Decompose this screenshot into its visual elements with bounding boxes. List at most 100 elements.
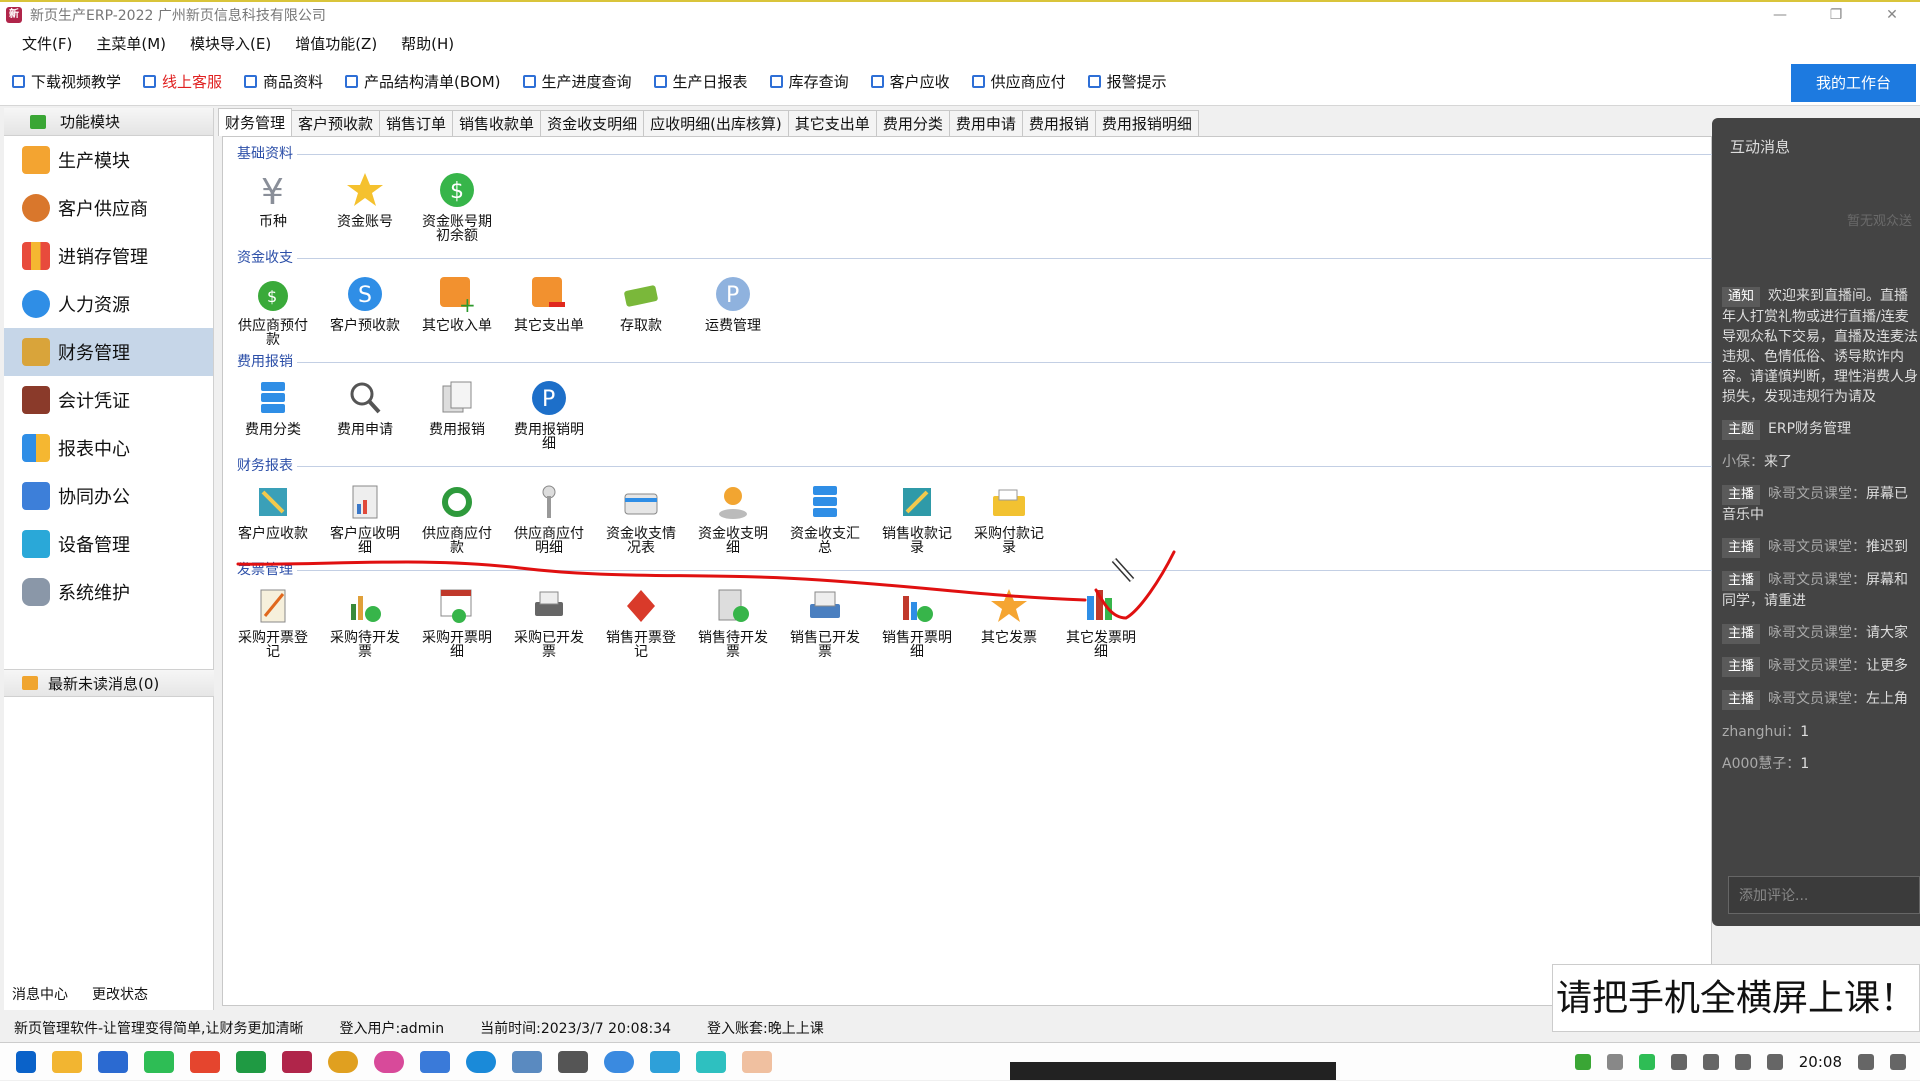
volume-mute-icon[interactable] [1702, 1054, 1719, 1070]
minimize-button[interactable]: — [1752, 2, 1808, 28]
clock[interactable]: 20:08 [1799, 1053, 1842, 1071]
module-currency[interactable]: ¥ 币种 [227, 169, 319, 229]
close-button[interactable]: ✕ [1864, 2, 1920, 28]
tab-fund-detail[interactable]: 资金收支明细 [540, 110, 645, 136]
tool-video-tutorial[interactable]: 下载视频教学 [12, 71, 121, 92]
module-sales-invoice-detail[interactable]: 销售开票明细 [871, 585, 963, 659]
module-supplier-payable-detail[interactable]: 供应商应付明细 [503, 481, 595, 555]
chat-icon[interactable] [650, 1050, 680, 1073]
sync-icon[interactable] [604, 1050, 634, 1073]
module-purchase-invoice-register[interactable]: 采购开票登记 [227, 585, 319, 659]
tab-expense-request[interactable]: 费用申请 [948, 110, 1023, 136]
comment-input[interactable]: 添加评论... [1728, 876, 1920, 914]
module-expense-claim[interactable]: 费用报销 [411, 377, 503, 437]
app-blue-icon[interactable] [512, 1050, 542, 1073]
menu-value-added[interactable]: 增值功能(Z) [283, 33, 389, 54]
tab-customer-prepayment[interactable]: 客户预收款 [291, 110, 381, 136]
word-icon[interactable] [98, 1050, 128, 1073]
module-supplier-payable[interactable]: 供应商应付款 [411, 481, 503, 555]
module-fund-account[interactable]: 资金账号 [319, 169, 411, 229]
menu-file[interactable]: 文件(F) [10, 33, 84, 54]
message-icon[interactable] [696, 1050, 726, 1073]
module-purchase-issued-invoice[interactable]: 采购已开发票 [503, 585, 595, 659]
my-workbench-button[interactable]: 我的工作台 [1791, 64, 1916, 102]
module-expense-request[interactable]: 费用申请 [319, 377, 411, 437]
media-icon[interactable] [1858, 1054, 1874, 1070]
start-icon[interactable] [16, 1050, 36, 1073]
tab-other-expense[interactable]: 其它支出单 [787, 110, 877, 136]
module-other-expense[interactable]: 其它支出单 [503, 273, 595, 333]
module-sales-invoice-register[interactable]: 销售开票登记 [595, 585, 687, 659]
tool-inventory-query[interactable]: 库存查询 [769, 71, 849, 92]
tab-expense-claim-detail[interactable]: 费用报销明细 [1094, 110, 1199, 136]
module-sales-receipt-record[interactable]: 销售收款记录 [871, 481, 963, 555]
tool-product-info[interactable]: 商品资料 [244, 71, 323, 92]
wifi-icon[interactable] [1734, 1054, 1751, 1070]
tab-receivable-detail[interactable]: 应收明细(出库核算) [643, 110, 789, 136]
tab-finance[interactable]: 财务管理 [218, 108, 293, 136]
image-viewer-icon[interactable] [420, 1050, 450, 1073]
module-expense-claim-detail[interactable]: P 费用报销明细 [503, 377, 595, 451]
pen-tool-icon[interactable] [558, 1050, 588, 1073]
k-app-icon[interactable] [466, 1050, 496, 1073]
keyboard-icon[interactable] [1670, 1054, 1687, 1070]
module-sales-pending-invoice[interactable]: 销售待开发票 [687, 585, 779, 659]
module-customer-prepayment[interactable]: S 客户预收款 [319, 273, 411, 333]
tab-expense-category[interactable]: 费用分类 [875, 110, 950, 136]
browser-icon[interactable] [374, 1050, 404, 1073]
sidebar-item-office[interactable]: 协同办公 [4, 472, 213, 520]
module-purchase-payment-record[interactable]: 采购付款记录 [963, 481, 1055, 555]
module-other-income[interactable]: + 其它收入单 [411, 273, 503, 333]
sidebar-item-system[interactable]: 系统维护 [4, 568, 213, 616]
module-freight[interactable]: P 运费管理 [687, 273, 779, 333]
module-customer-receivable-detail[interactable]: 客户应收明细 [319, 481, 411, 555]
app-green-icon[interactable] [236, 1050, 266, 1073]
notification-icon[interactable] [1890, 1054, 1906, 1070]
erp-icon[interactable] [282, 1050, 312, 1073]
tool-supplier-payable[interactable]: 供应商应付 [971, 71, 1066, 92]
unread-messages[interactable]: 最新未读消息(0) [4, 669, 214, 697]
file-explorer-icon[interactable] [52, 1050, 82, 1073]
tool-alarm[interactable]: 报警提示 [1087, 71, 1167, 92]
ime-icon[interactable] [1766, 1054, 1783, 1070]
module-supplier-prepayment[interactable]: $ 供应商预付款 [227, 273, 319, 347]
module-expense-category[interactable]: 费用分类 [227, 377, 319, 437]
sidebar-item-hr[interactable]: 人力资源 [4, 280, 213, 328]
module-purchase-invoice-detail[interactable]: 采购开票明细 [411, 585, 503, 659]
menu-main[interactable]: 主菜单(M) [84, 33, 178, 54]
module-customer-receivable[interactable]: 客户应收款 [227, 481, 319, 541]
tool-bom[interactable]: 产品结构清单(BOM) [345, 71, 501, 92]
battery-icon[interactable] [1574, 1054, 1591, 1070]
tool-production-progress[interactable]: 生产进度查询 [522, 71, 632, 92]
sidebar-item-equipment[interactable]: 设备管理 [4, 520, 213, 568]
menu-module-import[interactable]: 模块导入(E) [178, 33, 283, 54]
maximize-button[interactable]: ❐ [1808, 2, 1864, 28]
module-deposit-withdraw[interactable]: 存取款 [595, 273, 687, 333]
sidebar-item-production[interactable]: 生产模块 [4, 136, 213, 184]
module-fund-detail[interactable]: 资金收支明细 [687, 481, 779, 555]
module-fund-summary[interactable]: 资金收支汇总 [779, 481, 871, 555]
sidebar-item-inventory[interactable]: 进销存管理 [4, 232, 213, 280]
wechat-icon[interactable] [144, 1050, 174, 1073]
chrome-icon[interactable] [328, 1050, 358, 1073]
module-other-invoice-detail[interactable]: 其它发票明细 [1055, 585, 1147, 659]
module-purchase-pending-invoice[interactable]: 采购待开发票 [319, 585, 411, 659]
module-other-invoice[interactable]: 其它发票 [963, 585, 1055, 645]
tab-expense-claim[interactable]: 费用报销 [1021, 110, 1096, 136]
message-center-link[interactable]: 消息中心 [12, 984, 68, 1004]
sidebar-item-voucher[interactable]: 会计凭证 [4, 376, 213, 424]
sidebar-item-reports[interactable]: 报表中心 [4, 424, 213, 472]
wechat-tray-icon[interactable] [1638, 1054, 1655, 1070]
module-sales-issued-invoice[interactable]: 销售已开发票 [779, 585, 871, 659]
app-faded-icon[interactable] [742, 1050, 772, 1073]
tool-customer-receivable[interactable]: 客户应收 [870, 71, 950, 92]
tool-daily-report[interactable]: 生产日报表 [653, 71, 748, 92]
tab-sales-order[interactable]: 销售订单 [379, 110, 454, 136]
module-account-opening-balance[interactable]: $ 资金账号期初余额 [411, 169, 503, 243]
tool-online-service[interactable]: 线上客服 [143, 71, 222, 92]
sidebar-item-customer-supplier[interactable]: 客户供应商 [4, 184, 213, 232]
sidebar-item-finance[interactable]: 财务管理 [4, 328, 213, 376]
module-fund-status-report[interactable]: 资金收支情况表 [595, 481, 687, 555]
chevron-up-icon[interactable] [1606, 1054, 1623, 1070]
app-red-icon[interactable] [190, 1050, 220, 1073]
